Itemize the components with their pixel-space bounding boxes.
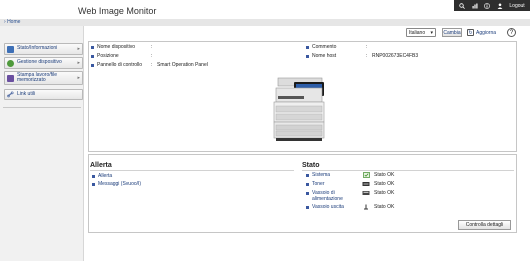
status-info-icon	[7, 45, 14, 53]
device-name-row: Nome dispositivo :	[91, 44, 157, 50]
logout-link[interactable]: Logout	[509, 3, 524, 9]
printer-image	[272, 76, 332, 144]
bullet-icon	[306, 192, 309, 195]
chevron-right-icon: ▸	[77, 60, 80, 66]
status-value: Stato OK	[374, 172, 395, 178]
device-management-icon	[7, 59, 14, 67]
sidebar-item-device-management[interactable]: Gestione dispositivo ▸	[4, 57, 83, 69]
status-label: Vassoio uscita	[312, 204, 344, 210]
bullet-icon	[92, 174, 95, 178]
refresh-icon: ↻	[467, 29, 474, 36]
bullet-icon	[306, 45, 309, 49]
search-icon[interactable]	[459, 2, 466, 9]
sidebar-item-label: Gestione dispositivo	[17, 59, 62, 66]
info-icon[interactable]	[484, 2, 491, 9]
sidebar-item-label: Stampa lavoro/file memorizzato	[17, 71, 58, 83]
alert-heading: Allerta	[90, 162, 112, 169]
info-label: Commento	[312, 44, 337, 50]
status-label: Toner	[312, 181, 325, 187]
status-input-tray-link[interactable]: Vassoio di alimentazione	[306, 190, 358, 202]
status-output-tray-value: Stato OK	[362, 204, 394, 210]
help-icon[interactable]: ?	[507, 28, 516, 37]
messages-link-label: Messaggi (Svuoo/I)	[98, 181, 142, 187]
sidebar-item-stored-job[interactable]: Stampa lavoro/file memorizzato ▸	[4, 71, 83, 85]
check-details-button[interactable]: Controlla dettagli	[458, 220, 511, 230]
alert-link[interactable]: Allerta	[92, 173, 112, 179]
system-ok-icon	[362, 172, 370, 178]
alert-divider	[90, 170, 294, 171]
control-panel-row: Pannello di controllo : Smart Operation …	[91, 62, 208, 68]
breadcrumb-bar: › Home	[0, 19, 530, 26]
status-divider	[302, 170, 514, 171]
bullet-icon	[92, 182, 95, 186]
web-image-monitor-window: Web Image Monitor Logout › Home Stato/In…	[0, 0, 530, 261]
hostname-row: Nome host : RNP002673EC4FB3	[306, 53, 418, 59]
stored-job-icon	[7, 74, 14, 82]
chevron-right-icon: ▸	[77, 75, 80, 81]
sidebar-item-label: Link utili	[17, 90, 36, 97]
info-label: Posizione	[97, 53, 119, 59]
status-toner-value: Stato OK	[362, 181, 394, 187]
info-value: RNP002673EC4FB3	[372, 53, 419, 59]
breadcrumb[interactable]: › Home	[4, 19, 20, 25]
chevron-down-icon: ▾	[430, 29, 433, 36]
user-icon[interactable]	[497, 3, 503, 9]
bullet-icon	[306, 206, 309, 210]
output-tray-ok-icon	[362, 204, 370, 210]
status-system-value: Stato OK	[362, 172, 394, 178]
info-label: Nome host	[312, 53, 337, 59]
refresh-button[interactable]: ↻ Aggiorna	[467, 28, 496, 37]
sidebar-item-status-info[interactable]: Stato/Informazioni ▸	[4, 43, 83, 55]
refresh-label: Aggiorna	[476, 29, 497, 36]
breadcrumb-home[interactable]: Home	[7, 19, 20, 25]
bullet-icon	[91, 45, 94, 49]
status-heading: Stato	[302, 162, 320, 169]
messages-link[interactable]: Messaggi (Svuoo/I)	[92, 181, 141, 187]
info-label: Nome dispositivo	[97, 44, 136, 50]
input-tray-ok-icon	[362, 190, 370, 196]
status-toner-link[interactable]: Toner	[306, 181, 325, 188]
location-row: Posizione :	[91, 53, 157, 59]
info-separator: :	[151, 53, 153, 59]
status-label: Vassoio di alimentazione	[312, 190, 343, 202]
info-label: Pannello di controllo	[97, 62, 143, 68]
chevron-right-icon: ▸	[77, 46, 80, 52]
language-value: Italiano	[409, 29, 426, 36]
status-icon[interactable]	[472, 3, 478, 9]
status-value: Stato OK	[374, 190, 395, 196]
status-output-tray-link[interactable]: Vassoio uscita	[306, 204, 344, 211]
info-separator: :	[366, 44, 368, 50]
bullet-icon	[91, 63, 94, 67]
info-value: Smart Operation Panel	[157, 62, 208, 68]
sidebar-item-useful-links[interactable]: Link utili	[4, 89, 83, 100]
alert-link-label: Allerta	[98, 173, 113, 179]
useful-links-icon	[7, 91, 14, 98]
change-language-button[interactable]: Cambia	[442, 28, 462, 37]
info-separator: :	[151, 44, 153, 50]
toner-ok-icon	[362, 181, 370, 187]
language-select[interactable]: Italiano ▾	[406, 28, 436, 37]
bullet-icon	[306, 54, 309, 58]
status-value: Stato OK	[374, 181, 395, 187]
status-value: Stato OK	[374, 204, 395, 210]
bullet-icon	[91, 54, 94, 58]
topbar-icons: Logout	[454, 0, 530, 11]
status-system-link[interactable]: Sistema	[306, 172, 331, 179]
sidebar-item-label: Stato/Informazioni	[17, 45, 58, 52]
bullet-icon	[306, 174, 309, 178]
status-input-tray-value: Stato OK	[362, 190, 394, 196]
sidebar-divider	[3, 107, 81, 108]
comment-row: Commento :	[306, 44, 372, 50]
bullet-icon	[306, 183, 309, 187]
status-label: Sistema	[312, 172, 331, 178]
app-title: Web Image Monitor	[78, 6, 157, 16]
